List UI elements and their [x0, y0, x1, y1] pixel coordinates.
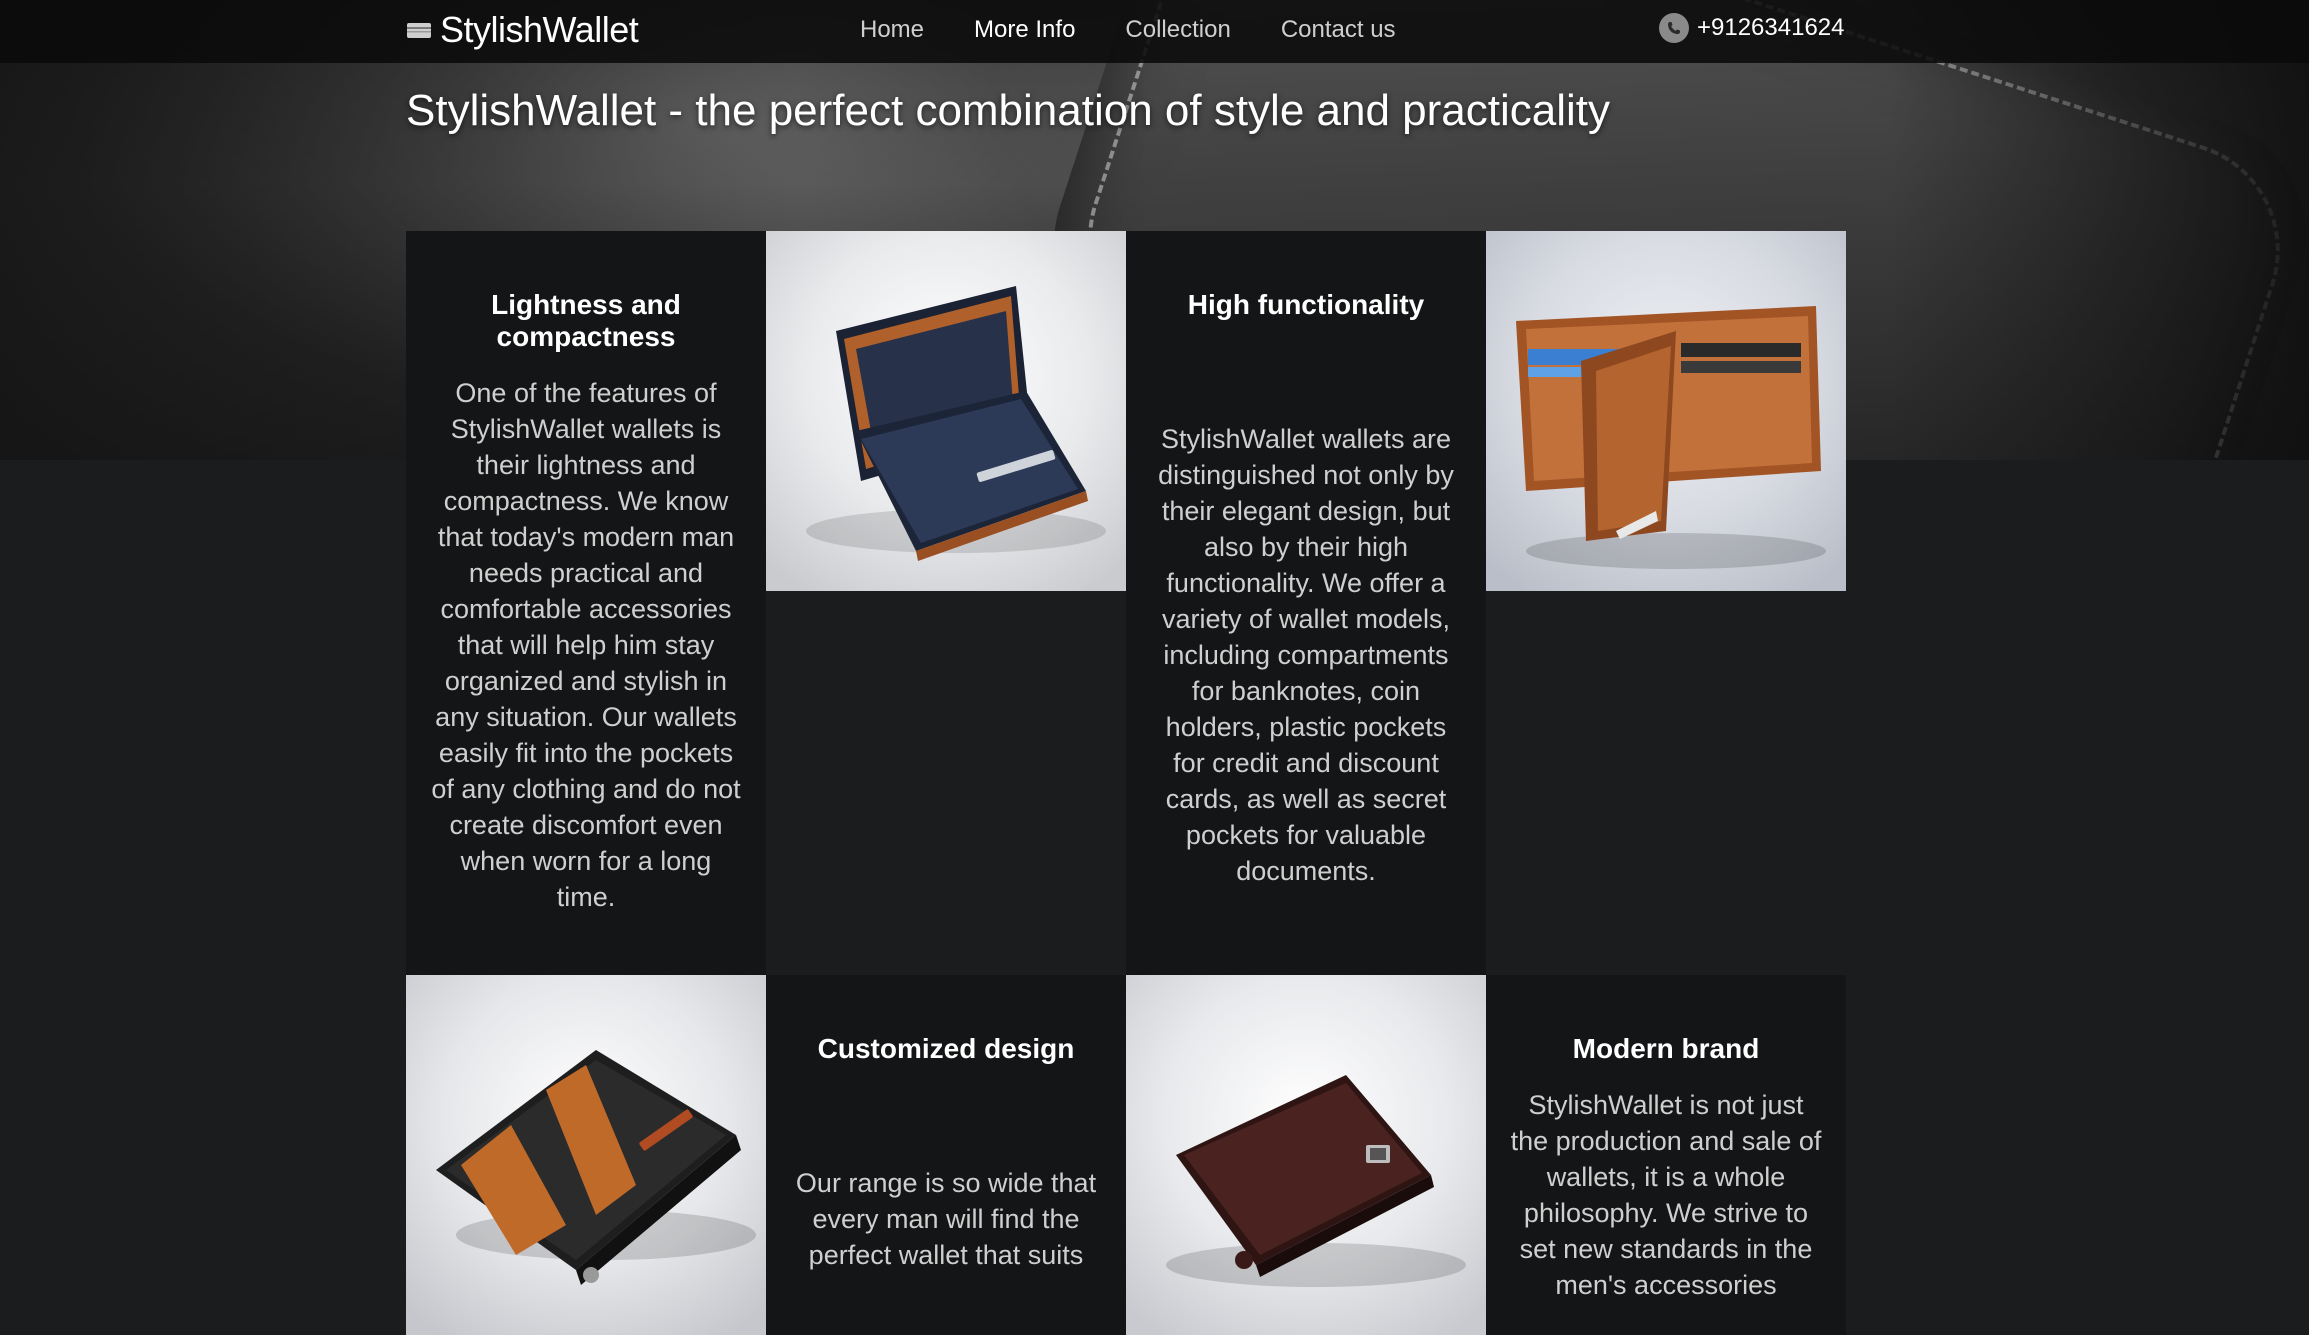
phone-contact[interactable]: +9126341624 [1659, 12, 1845, 44]
feature-text: One of the features of StylishWallet wal… [431, 378, 741, 912]
wallet-icon [406, 20, 432, 40]
feature-card-functionality: High functionality StylishWallet wallets… [1126, 231, 1486, 975]
black-tan-stripe-wallet-photo [406, 975, 766, 1335]
brown-leather-wallet-photo [1126, 975, 1486, 1335]
feature-card-brand: Modern brand StylishWallet is not just t… [1486, 975, 1846, 1335]
feature-card-lightness: Lightness and compactness One of the fea… [406, 231, 766, 975]
main-nav: Home More Info Collection Contact us [860, 0, 1446, 60]
feature-text: StylishWallet wallets are distinguished … [1158, 424, 1454, 886]
brand-name: StylishWallet [440, 9, 639, 50]
navy-leather-wallet-photo [766, 231, 1126, 975]
nav-home[interactable]: Home [860, 16, 924, 44]
top-navbar: StylishWallet Home More Info Collection … [0, 0, 2309, 63]
phone-icon [1659, 13, 1689, 43]
nav-more-info[interactable]: More Info [974, 16, 1075, 44]
feature-text: StylishWallet is not just the production… [1510, 1090, 1822, 1300]
feature-title: Modern brand [1572, 1033, 1760, 1064]
phone-number: +9126341624 [1697, 14, 1845, 41]
feature-title: Lightness and compactness [491, 289, 681, 352]
brand-logo-link[interactable]: StylishWallet [406, 8, 639, 52]
page-title: StylishWallet - the perfect combination … [406, 86, 1611, 135]
feature-title: High functionality [1187, 289, 1425, 320]
nav-collection[interactable]: Collection [1125, 16, 1230, 44]
feature-grid: Lightness and compactness One of the fea… [406, 231, 1846, 1335]
feature-text: Our range is so wide that every man will… [795, 1168, 1097, 1270]
tan-leather-wallet-photo [1486, 231, 1846, 975]
feature-card-design: Customized design Our range is so wide t… [766, 975, 1126, 1335]
feature-title: Customized design [817, 1033, 1075, 1064]
nav-contact-us[interactable]: Contact us [1281, 16, 1396, 44]
